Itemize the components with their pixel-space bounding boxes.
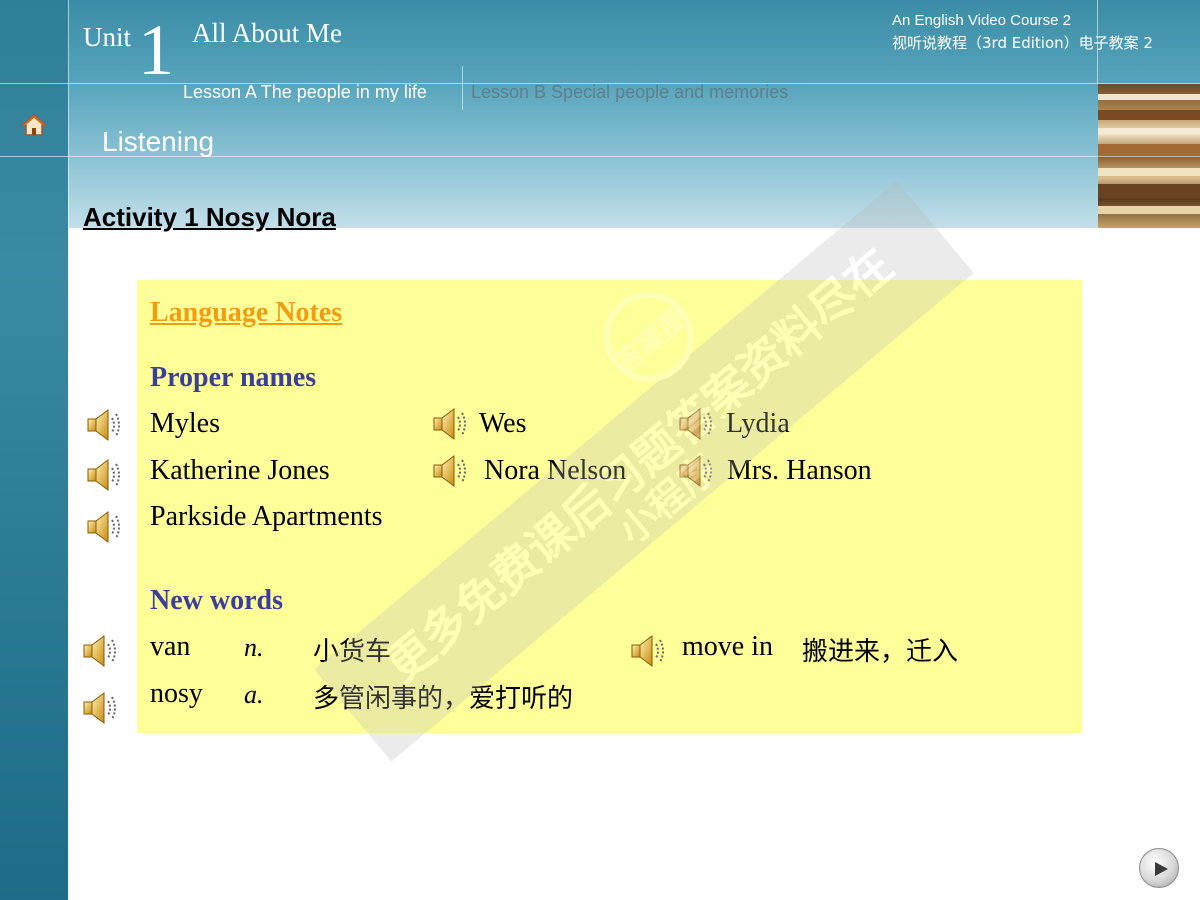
speaker-icon[interactable]: [676, 404, 716, 444]
speaker-icon[interactable]: [84, 507, 124, 547]
word-move-in: move in: [682, 631, 773, 662]
proper-name-wes: Wes: [479, 408, 527, 439]
proper-name-nora-nelson: Nora Nelson: [484, 455, 627, 486]
speaker-icon[interactable]: [84, 455, 124, 495]
proper-name-lydia: Lydia: [726, 408, 790, 439]
lesson-b-link[interactable]: Lesson B Special people and memories: [471, 82, 788, 103]
proper-name-mrs-hanson: Mrs. Hanson: [727, 455, 872, 486]
word-nosy-pos: a.: [244, 680, 264, 709]
speaker-icon[interactable]: [84, 405, 124, 445]
play-triangle-icon: [1155, 862, 1168, 876]
proper-name-parkside-apartments: Parkside Apartments: [150, 501, 383, 532]
unit-title: All About Me: [192, 18, 343, 48]
course-title-cn: 视听说教程（3rd Edition）电子教案 2: [892, 34, 1153, 52]
unit-label: Unit: [83, 22, 132, 52]
word-move-in-meaning: 搬进来，迁入: [802, 637, 959, 667]
speaker-icon[interactable]: [80, 631, 120, 671]
new-words-heading: New words: [150, 585, 283, 616]
language-notes-heading: Language Notes: [150, 297, 343, 328]
home-icon[interactable]: [21, 112, 47, 138]
speaker-icon[interactable]: [430, 451, 470, 491]
word-nosy: nosy: [150, 678, 203, 709]
header-divider-left: [68, 0, 69, 228]
course-title-en: An English Video Course 2: [892, 12, 1072, 29]
word-van: van: [150, 631, 191, 662]
proper-name-myles: Myles: [150, 408, 220, 439]
word-van-pos: n.: [244, 633, 264, 662]
lesson-a-link[interactable]: Lesson A The people in my life: [183, 82, 427, 103]
next-slide-button[interactable]: [1139, 848, 1179, 888]
speaker-icon[interactable]: [80, 688, 120, 728]
unit-number: 1: [138, 10, 174, 90]
word-nosy-meaning: 多管闲事的，爱打听的: [313, 684, 574, 714]
proper-name-katherine-jones: Katherine Jones: [150, 455, 330, 486]
word-van-meaning: 小货车: [313, 637, 392, 667]
section-title: Listening: [102, 126, 215, 157]
speaker-icon[interactable]: [430, 404, 470, 444]
activity-title: Activity 1 Nosy Nora: [83, 202, 336, 232]
speaker-icon[interactable]: [676, 451, 716, 491]
lesson-separator: [462, 66, 463, 110]
proper-names-heading: Proper names: [150, 362, 317, 393]
speaker-icon[interactable]: [628, 631, 668, 671]
